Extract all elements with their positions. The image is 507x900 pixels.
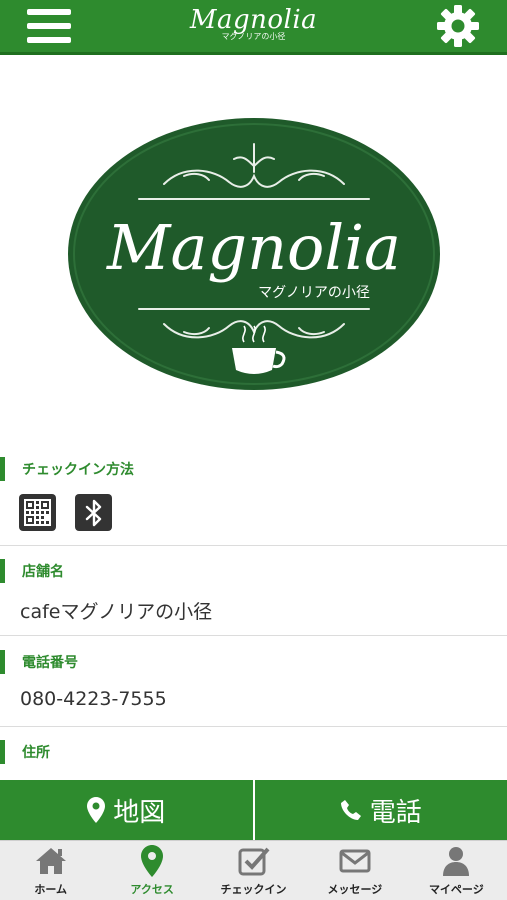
hero-logo-subtext: マグノリアの小径 [258,285,370,301]
address-label: 住所 [0,740,50,764]
settings-button[interactable] [435,3,481,49]
map-button-label: 地図 [113,797,166,828]
hamburger-menu-button[interactable] [27,1,77,51]
phone-icon [340,800,361,820]
phone-section: 電話番号 080-4223-7555 [0,650,507,727]
tab-access[interactable]: アクセス [101,841,202,900]
action-bar: 地図 電話 [0,780,507,840]
tab-mypage-label: マイページ [428,883,484,896]
menu-line [27,9,71,15]
magnolia-logo: Magnolia マグノリアの小径 [67,118,440,390]
tab-access-label: アクセス [130,883,174,896]
tab-message[interactable]: メッセージ [304,841,405,900]
menu-line [27,37,71,43]
app-header: Magnolia マグノリアの小径 [0,0,507,55]
map-pin-icon [141,843,164,879]
envelope-icon [339,843,371,879]
store-name-label-text: 店舗名 [22,564,64,580]
tab-home-label: ホーム [34,883,68,896]
bluetooth-icon [85,499,101,526]
map-button[interactable]: 地図 [0,780,255,840]
header-logo-text: Magnolia [189,5,318,35]
qr-code-checkin-button[interactable] [19,494,56,531]
header-logo: Magnolia マグノリアの小径 [190,6,317,42]
checkin-method-label: チェックイン方法 [0,457,134,481]
bottom-tab-bar: ホーム アクセス チェックイン メッセージ マイページ [0,840,507,900]
section-accent-bar [0,740,5,764]
qr-code-icon [24,499,51,526]
call-button-label: 電話 [369,797,422,828]
menu-line [27,23,71,29]
checkbox-icon [238,843,270,879]
tab-message-label: メッセージ [327,883,383,896]
store-logo-area: Magnolia マグノリアの小径 [0,58,507,450]
checkin-method-section: チェックイン方法 [0,457,507,546]
phone-value[interactable]: 080-4223-7555 [20,688,167,710]
tab-mypage[interactable]: マイページ [406,841,507,900]
user-icon [442,843,470,879]
store-name-value: cafeマグノリアの小径 [20,601,213,623]
header-logo-subtext: マグノリアの小径 [221,32,286,41]
section-accent-bar [0,559,5,583]
bluetooth-checkin-button[interactable] [75,494,112,531]
section-accent-bar [0,457,5,481]
store-name-label: 店舗名 [0,559,64,583]
phone-label-text: 電話番号 [22,655,78,671]
call-button[interactable]: 電話 [255,780,507,840]
map-pin-icon [87,797,106,823]
phone-label: 電話番号 [0,650,78,674]
tab-checkin-label: チェックイン [220,883,287,896]
gear-icon [437,5,479,47]
address-label-text: 住所 [22,745,50,761]
checkin-icons [19,494,112,531]
tab-checkin[interactable]: チェックイン [203,841,304,900]
tab-home[interactable]: ホーム [0,841,101,900]
checkin-method-label-text: チェックイン方法 [22,462,134,478]
home-icon [34,843,68,879]
store-name-section: 店舗名 cafeマグノリアの小径 [0,559,507,636]
hero-logo-text: Magnolia [105,211,400,284]
address-section: 住所 [0,740,507,780]
section-accent-bar [0,650,5,674]
